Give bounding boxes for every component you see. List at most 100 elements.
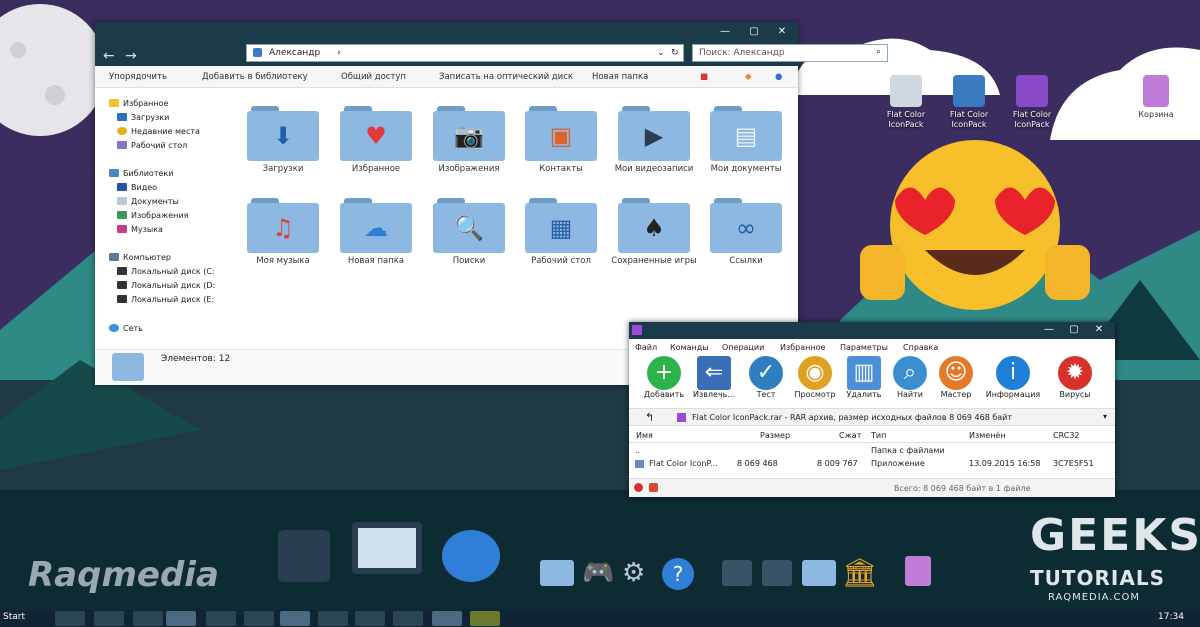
nav-pictures[interactable]: Изображения [117,211,188,220]
nav-recent-places[interactable]: Недавние места [117,127,200,136]
trash-icon: ▥ [847,356,881,390]
close-button[interactable]: ✕ [773,25,791,39]
taskbar-app-button[interactable] [432,611,462,626]
col-name[interactable]: Имя [636,431,653,440]
taskbar-app-button[interactable] [206,611,236,626]
menu-file[interactable]: Файл [635,343,657,352]
winrar-maximize-button[interactable]: ▢ [1065,323,1083,337]
menu-favorites[interactable]: Избранное [780,343,825,352]
col-modified[interactable]: Изменён [969,431,1006,440]
nav-video[interactable]: Видео [117,183,157,192]
desktop-icon-recycle-bin[interactable]: Корзина [1128,75,1184,120]
menu-commands[interactable]: Команды [670,343,709,352]
nav-disk-d[interactable]: Локальный диск (D: [117,281,215,290]
drive-dock-icon[interactable] [722,560,752,586]
back-arrow-icon[interactable]: ← [103,48,115,64]
hard-disk-dock-icon[interactable] [762,560,792,586]
folder-downloads[interactable]: ⬇ Загрузки [238,106,328,175]
menu-options[interactable]: Параметры [840,343,888,352]
winrar-minimize-button[interactable]: — [1040,323,1058,337]
nav-documents[interactable]: Документы [117,197,179,206]
tool-wizard-button[interactable]: ☺ Мастер [926,356,986,399]
ribbon-burn[interactable]: Записать на оптический диск [439,72,573,82]
desktop-icon-iconpack-1[interactable]: Flat Color IconPack [878,75,934,130]
ribbon-new-folder[interactable]: Новая папка [592,72,648,82]
table-row[interactable]: .. Папка с файлами [629,444,1115,457]
taskbar-app-button[interactable] [318,611,348,626]
menu-help[interactable]: Справка [903,343,938,352]
nav-favorites[interactable]: Избранное [109,99,168,108]
search-icon[interactable]: ⌕ [876,47,881,57]
help-icon[interactable]: ● [775,72,782,82]
desktop-icon-iconpack-3[interactable]: Flat Color IconPack [1004,75,1060,130]
tool-extract-button[interactable]: ⇐ Извлечь... [684,356,744,399]
downloads-folder-dock-icon[interactable] [802,560,836,586]
preview-pane-icon[interactable]: ◆ [745,72,752,82]
nav-computer[interactable]: Компьютер [109,253,171,262]
folder-music[interactable]: ♫ Моя музыка [238,198,328,267]
calculator-dock-icon[interactable] [278,530,330,582]
recycle-bin-icon [1143,75,1169,107]
minimize-button[interactable]: — [716,25,734,39]
nav-music[interactable]: Музыка [117,225,163,234]
refresh-icon[interactable]: ↻ [671,48,679,58]
taskbar-explorer-button[interactable] [166,611,196,626]
folder-saved-games[interactable]: ♠ Сохраненные игры [609,198,699,267]
taskbar-app-button[interactable] [393,611,423,626]
taskbar-winrar-button[interactable] [470,611,500,626]
address-chevron-icon[interactable]: › [337,48,341,58]
taskbar-media-button[interactable] [244,611,274,626]
desktop-icon-iconpack-2[interactable]: Flat Color IconPack [941,75,997,130]
ribbon-organize[interactable]: Упорядочить [109,72,167,82]
settings-dock-icon[interactable]: ⚙ [622,558,645,588]
folder-pictures[interactable]: 📷 Изображения [424,106,514,175]
col-size[interactable]: Размер [760,431,790,440]
nav-network[interactable]: Сеть [109,324,143,333]
nav-disk-e[interactable]: Локальный диск (E: [117,295,214,304]
taskbar-app-button[interactable] [133,611,163,626]
ribbon-share[interactable]: Общий доступ [341,72,406,82]
col-crc[interactable]: CRC32 [1053,431,1080,440]
start-button[interactable]: Start [3,612,25,622]
search-input[interactable]: Поиск: Александр ⌕ [692,44,888,62]
forward-arrow-icon[interactable]: → [125,48,137,64]
recycle-bin-dock-icon[interactable] [905,556,931,586]
nav-disk-c[interactable]: Локальный диск (C: [117,267,215,276]
ribbon-add-to-library[interactable]: Добавить в библиотеку [202,72,308,82]
taskbar-search-button[interactable] [55,611,85,626]
nav-libraries[interactable]: Библиотеки [109,169,173,178]
nav-desktop[interactable]: Рабочий стол [117,141,187,150]
col-type[interactable]: Тип [871,431,886,440]
help-dock-icon[interactable]: ? [662,558,694,590]
taskbar-browser-button[interactable] [280,611,310,626]
taskbar-app-button[interactable] [355,611,385,626]
table-row[interactable]: Flat Color IconP... 8 069 468 8 009 767 … [629,457,1115,470]
dropdown-icon[interactable]: ⌄ [657,48,665,58]
up-folder-icon[interactable]: ↰ [645,411,654,424]
maximize-button[interactable]: ▢ [745,25,763,39]
tool-info-button[interactable]: i Информация [983,356,1043,399]
monitor-dock-icon[interactable] [352,522,422,574]
menu-operations[interactable]: Операции [722,343,764,352]
col-packed[interactable]: Сжат [839,431,861,440]
tool-virus-button[interactable]: ✹ Вирусы [1045,356,1105,399]
folder-searches[interactable]: 🔍 Поиски [424,198,514,267]
winrar-close-button[interactable]: ✕ [1090,323,1108,337]
view-options-icon[interactable]: ■ [700,72,708,82]
gamepad-dock-icon[interactable]: 🎮 [582,558,614,588]
address-bar[interactable]: Александр › ⌄ ↻ [246,44,684,62]
user-folder-dock-icon[interactable] [540,560,574,586]
folder-documents[interactable]: ▤ Мои документы [701,106,791,175]
globe-dock-icon[interactable] [442,530,500,582]
check-clock-icon: ✓ [749,356,783,390]
taskbar-app-button[interactable] [94,611,124,626]
library-dock-icon[interactable]: 🏛 [842,556,878,589]
path-dropdown-icon[interactable]: ▾ [1103,412,1107,421]
nav-downloads[interactable]: Загрузки [117,113,169,122]
folder-favorites[interactable]: ♥ Избранное [331,106,421,175]
folder-videos[interactable]: ▶ Мои видеозаписи [609,106,699,175]
folder-links[interactable]: ∞ Ссылки [701,198,791,267]
folder-desktop[interactable]: ▦ Рабочий стол [516,198,606,267]
folder-contacts[interactable]: ▣ Контакты [516,106,606,175]
folder-new-folder[interactable]: ☁ Новая папка [331,198,421,267]
